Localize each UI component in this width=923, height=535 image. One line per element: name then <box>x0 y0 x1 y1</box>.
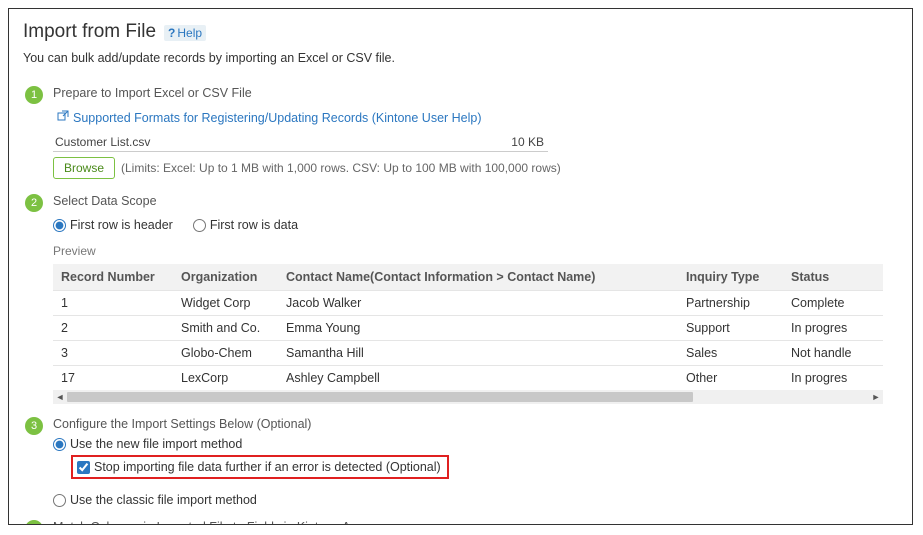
radio-header-label: First row is header <box>70 218 173 232</box>
subtitle-text: You can bulk add/update records by impor… <box>23 51 898 65</box>
table-cell: Not handle <box>783 341 883 366</box>
table-cell: Emma Young <box>278 316 678 341</box>
radio-data-label: First row is data <box>210 218 298 232</box>
radio-data-input[interactable] <box>193 219 206 232</box>
step-number-1: 1 <box>25 86 43 104</box>
step-3-label: Configure the Import Settings Below (Opt… <box>53 417 898 431</box>
preview-label: Preview <box>53 244 898 258</box>
table-cell: 2 <box>53 316 173 341</box>
table-cell: Support <box>678 316 783 341</box>
step-number-3: 3 <box>25 417 43 435</box>
title-row: Import from File ? Help <box>23 21 898 43</box>
import-page: Import from File ? Help You can bulk add… <box>8 8 913 525</box>
step-number-4: 4 <box>25 520 43 525</box>
table-row: 3Globo-ChemSamantha HillSalesNot handle <box>53 341 883 366</box>
table-cell: 17 <box>53 366 173 391</box>
step-1-label: Prepare to Import Excel or CSV File <box>53 86 898 100</box>
selected-file-row: Customer List.csv 10 KB <box>53 135 548 152</box>
preview-table-wrap: Record Number Organization Contact Name(… <box>53 264 883 404</box>
step-number-2: 2 <box>25 194 43 212</box>
browse-button[interactable]: Browse <box>53 157 115 179</box>
radio-first-row-header[interactable]: First row is header <box>53 218 173 232</box>
table-cell: Partnership <box>678 291 783 316</box>
stop-on-error-checkbox[interactable] <box>77 461 90 474</box>
table-cell: Samantha Hill <box>278 341 678 366</box>
radio-new-method-label: Use the new file import method <box>70 437 242 451</box>
table-cell: Widget Corp <box>173 291 278 316</box>
file-name: Customer List.csv <box>55 135 150 149</box>
col-inquiry-type: Inquiry Type <box>678 264 783 291</box>
scroll-left-arrow-icon[interactable]: ◄ <box>53 390 67 404</box>
table-header-row: Record Number Organization Contact Name(… <box>53 264 883 291</box>
step-1: 1 Prepare to Import Excel or CSV File Su… <box>25 85 898 179</box>
scroll-thumb[interactable] <box>67 392 693 402</box>
step-3: 3 Configure the Import Settings Below (O… <box>25 416 898 509</box>
radio-classic-import-method[interactable]: Use the classic file import method <box>53 493 898 507</box>
table-cell: Smith and Co. <box>173 316 278 341</box>
table-cell: Globo-Chem <box>173 341 278 366</box>
table-cell: 1 <box>53 291 173 316</box>
col-contact-name: Contact Name(Contact Information > Conta… <box>278 264 678 291</box>
table-row: 17LexCorpAshley CampbellOtherIn progres <box>53 366 883 391</box>
step-4: 4 Match Columns in Imported File to Fiel… <box>25 519 898 525</box>
radio-classic-method-label: Use the classic file import method <box>70 493 257 507</box>
stop-on-error-highlight: Stop importing file data further if an e… <box>71 455 449 479</box>
preview-table: Record Number Organization Contact Name(… <box>53 264 883 390</box>
step-4-label: Match Columns in Imported File to Fields… <box>53 520 898 525</box>
radio-classic-method-input[interactable] <box>53 494 66 507</box>
file-limits-text: (Limits: Excel: Up to 1 MB with 1,000 ro… <box>121 161 561 175</box>
radio-header-input[interactable] <box>53 219 66 232</box>
table-row: 2Smith and Co.Emma YoungSupportIn progre… <box>53 316 883 341</box>
table-cell: In progres <box>783 366 883 391</box>
table-cell: In progres <box>783 316 883 341</box>
radio-new-method-input[interactable] <box>53 438 66 451</box>
table-cell: Ashley Campbell <box>278 366 678 391</box>
col-record-number: Record Number <box>53 264 173 291</box>
step-2-label: Select Data Scope <box>53 194 898 208</box>
supported-formats-link[interactable]: Supported Formats for Registering/Updati… <box>73 111 482 125</box>
page-title: Import from File <box>23 21 156 43</box>
stop-on-error-option[interactable]: Stop importing file data further if an e… <box>77 460 441 474</box>
table-cell: Other <box>678 366 783 391</box>
help-text: Help <box>177 26 202 40</box>
radio-new-import-method[interactable]: Use the new file import method <box>53 437 898 451</box>
file-size: 10 KB <box>511 135 544 149</box>
table-cell: Jacob Walker <box>278 291 678 316</box>
external-link-icon <box>57 110 69 125</box>
table-row: 1Widget CorpJacob WalkerPartnershipCompl… <box>53 291 883 316</box>
help-icon: ? <box>168 26 175 40</box>
steps-container: 1 Prepare to Import Excel or CSV File Su… <box>25 85 898 525</box>
col-organization: Organization <box>173 264 278 291</box>
table-cell: 3 <box>53 341 173 366</box>
radio-first-row-data[interactable]: First row is data <box>193 218 298 232</box>
horizontal-scrollbar[interactable]: ◄ ► <box>53 390 883 404</box>
table-cell: Sales <box>678 341 783 366</box>
stop-on-error-label: Stop importing file data further if an e… <box>94 460 441 474</box>
scroll-right-arrow-icon[interactable]: ► <box>869 390 883 404</box>
scroll-track[interactable] <box>67 390 869 404</box>
table-cell: LexCorp <box>173 366 278 391</box>
table-cell: Complete <box>783 291 883 316</box>
step-2: 2 Select Data Scope First row is header … <box>25 193 898 404</box>
col-status: Status <box>783 264 883 291</box>
help-link[interactable]: ? Help <box>164 25 206 41</box>
